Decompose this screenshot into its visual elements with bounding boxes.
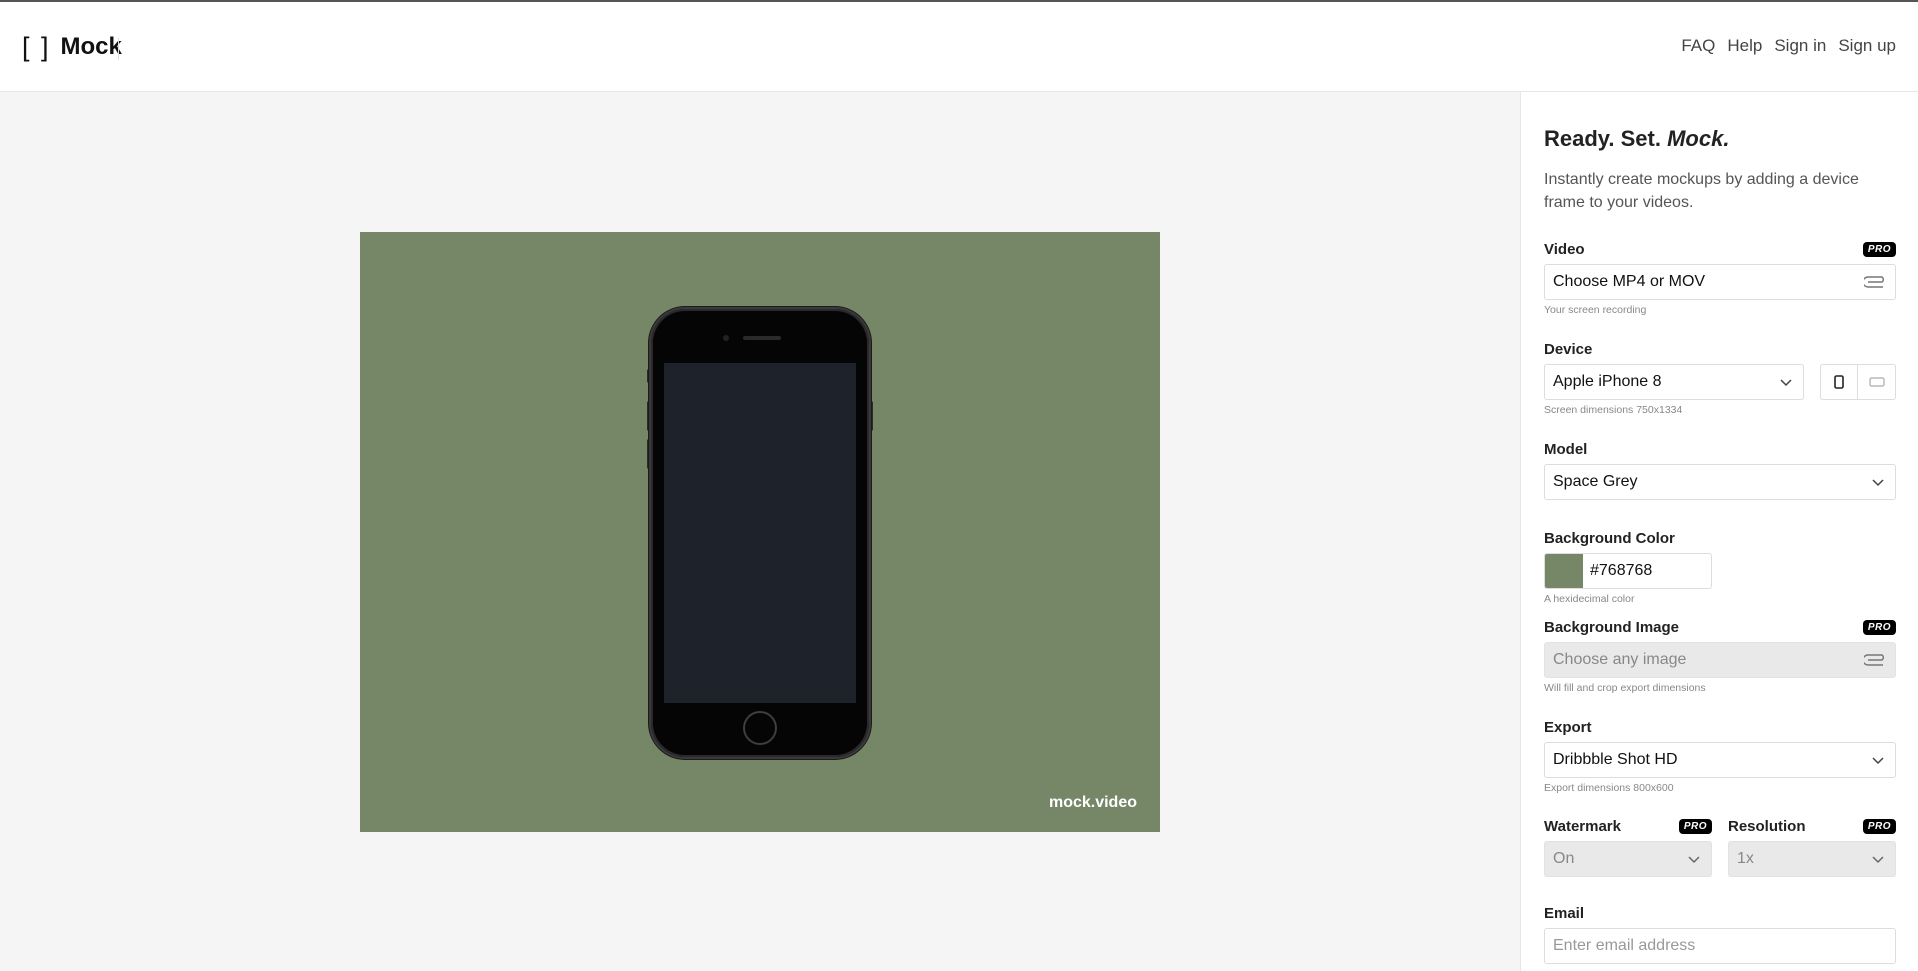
- panel-intro: Instantly create mockups by adding a dev…: [1544, 171, 1859, 211]
- logo-text: Mock: [60, 33, 122, 60]
- landscape-phone-icon: [1868, 377, 1885, 387]
- pro-badge: PRO: [1862, 241, 1896, 257]
- top-bar: [ ] Mock FAQ Help Sign in Sign up: [0, 2, 1918, 92]
- logo-mark: [ ]: [22, 32, 51, 62]
- phone-speaker: [743, 336, 781, 340]
- export-label: Export: [1544, 718, 1592, 736]
- resolution-label: Resolution: [1728, 817, 1806, 835]
- landscape-button[interactable]: [1858, 364, 1896, 400]
- main-nav: FAQ Help Sign in Sign up: [1681, 36, 1896, 56]
- email-label: Email: [1544, 904, 1585, 922]
- background-image-field: Background Image PRO Choose any image Wi…: [1544, 618, 1896, 694]
- export-select-value: Dribbble Shot HD: [1553, 751, 1678, 768]
- resolution-select-value: 1x: [1737, 850, 1754, 867]
- video-label: Video: [1544, 240, 1585, 258]
- chevron-down-icon: [1872, 479, 1884, 487]
- nav-help-link[interactable]: Help: [1727, 36, 1762, 56]
- pro-badge: PRO: [1862, 818, 1896, 834]
- chevron-down-icon: [1688, 856, 1700, 864]
- email-input[interactable]: Enter email address: [1544, 928, 1896, 964]
- portrait-button[interactable]: [1820, 364, 1858, 400]
- device-field: Device Apple iPhone 8 Screen dimensions …: [1544, 340, 1896, 416]
- model-select-value: Space Grey: [1553, 473, 1638, 490]
- background-color-field: Background Color #768768 A hexidecimal c…: [1544, 529, 1896, 605]
- nav-faq-link[interactable]: FAQ: [1681, 36, 1715, 56]
- logo-divider: [118, 38, 119, 60]
- export-hint: Export dimensions 800x600: [1544, 782, 1674, 794]
- background-color-hint: A hexidecimal color: [1544, 593, 1635, 605]
- orientation-toggle: [1820, 364, 1896, 400]
- pro-badge: PRO: [1862, 619, 1896, 635]
- pro-badge: PRO: [1678, 818, 1712, 834]
- model-label: Model: [1544, 440, 1588, 458]
- video-hint: Your screen recording: [1544, 304, 1647, 316]
- model-select[interactable]: Space Grey: [1544, 464, 1896, 500]
- background-image-hint: Will fill and crop export dimensions: [1544, 682, 1706, 694]
- nav-sign-in-link[interactable]: Sign in: [1774, 36, 1826, 56]
- chevron-down-icon: [1780, 379, 1792, 387]
- phone-screen: [664, 363, 856, 703]
- background-color-label: Background Color: [1544, 529, 1675, 547]
- settings-panel: Ready. Set. Mock. Instantly create mocku…: [1520, 92, 1918, 971]
- video-file-input[interactable]: Choose MP4 or MOV: [1544, 264, 1896, 300]
- resolution-select[interactable]: 1x: [1728, 841, 1896, 877]
- background-image-label: Background Image: [1544, 618, 1680, 636]
- background-image-input[interactable]: Choose any image: [1544, 642, 1896, 678]
- watermark-select-value: On: [1553, 850, 1575, 867]
- nav-sign-up-link[interactable]: Sign up: [1838, 36, 1896, 56]
- email-field: Email Enter email address: [1544, 904, 1896, 964]
- phone-power-button: [869, 401, 873, 431]
- resolution-field: Resolution PRO 1x: [1728, 817, 1896, 877]
- export-field: Export Dribbble Shot HD Export dimension…: [1544, 718, 1896, 794]
- email-placeholder: Enter email address: [1553, 937, 1696, 954]
- portrait-phone-icon: [1834, 375, 1844, 389]
- export-select[interactable]: Dribbble Shot HD: [1544, 742, 1896, 778]
- chevron-down-icon: [1872, 856, 1884, 864]
- watermark-label: Watermark: [1544, 817, 1621, 835]
- panel-title: Ready. Set. Mock.: [1544, 126, 1896, 152]
- device-hint: Screen dimensions 750x1334: [1544, 404, 1683, 416]
- model-field: Model Space Grey: [1544, 440, 1896, 500]
- background-color-input: #768768: [1544, 553, 1712, 589]
- chevron-down-icon: [1872, 757, 1884, 765]
- paperclip-icon: [1864, 276, 1884, 288]
- device-select-value: Apple iPhone 8: [1553, 373, 1662, 390]
- phone-frame: [647, 309, 873, 757]
- preview-stage: mock.video: [0, 92, 1520, 971]
- panel-title-emphasis: Mock.: [1667, 126, 1730, 151]
- phone-home-button: [743, 711, 777, 745]
- logo[interactable]: [ ] Mock: [22, 32, 122, 62]
- background-image-placeholder: Choose any image: [1553, 651, 1687, 668]
- watermark-select[interactable]: On: [1544, 841, 1712, 877]
- panel-title-plain: Ready. Set.: [1544, 126, 1661, 151]
- watermark-text: mock.video: [1048, 794, 1137, 811]
- phone-camera: [723, 335, 729, 341]
- device-select[interactable]: Apple iPhone 8: [1544, 364, 1804, 400]
- video-file-placeholder: Choose MP4 or MOV: [1553, 273, 1706, 290]
- mockup-canvas: mock.video: [360, 232, 1160, 832]
- device-label: Device: [1544, 340, 1593, 358]
- hex-color-input[interactable]: #768768: [1583, 554, 1711, 588]
- color-swatch[interactable]: [1545, 554, 1583, 588]
- watermark-field: Watermark PRO On: [1544, 817, 1712, 877]
- paperclip-icon: [1864, 654, 1884, 666]
- video-field: Video PRO Choose MP4 or MOV Your screen …: [1544, 240, 1896, 316]
